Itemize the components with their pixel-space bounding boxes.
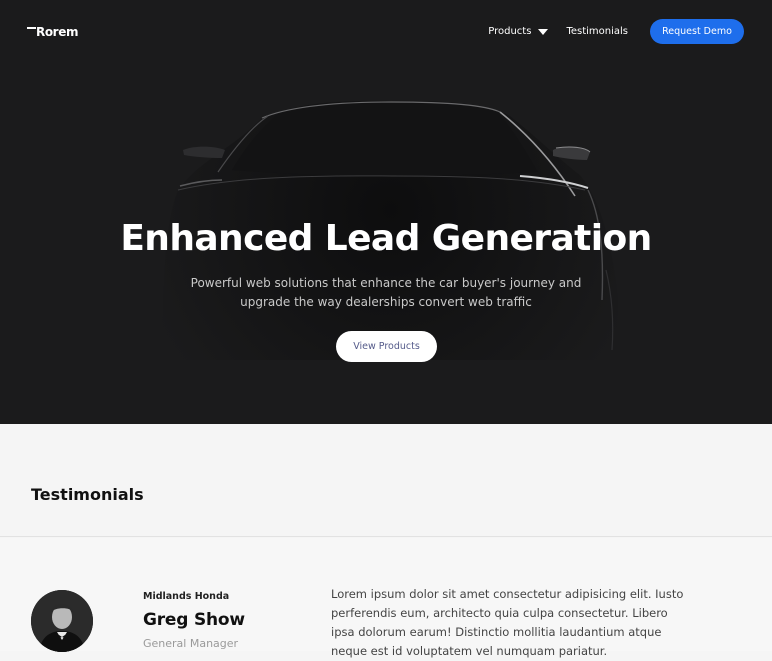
- hero-section: Rorem Products Testimonials Request Demo…: [0, 0, 772, 424]
- testimonials-header: Testimonials: [0, 424, 772, 537]
- testimonial-quote: Lorem ipsum dolor sit amet consectetur a…: [331, 587, 684, 658]
- nav-testimonials-link[interactable]: Testimonials: [566, 19, 628, 44]
- testimonial-role: General Manager: [143, 637, 239, 650]
- avatar: [31, 590, 93, 652]
- logo-mark: [27, 27, 36, 29]
- testimonial-card: Midlands Honda Greg Show General Manager…: [0, 538, 772, 658]
- hero-subtitle: Powerful web solutions that enhance the …: [190, 276, 582, 309]
- hero-title: Enhanced Lead Generation: [120, 218, 652, 259]
- logo-text: Rorem: [36, 25, 79, 39]
- view-products-button[interactable]: View Products: [336, 331, 437, 362]
- testimonial-name: Greg Show: [143, 610, 245, 630]
- portrait-image: [31, 590, 93, 652]
- nav-products-label: Products: [488, 26, 532, 37]
- testimonial-company: Midlands Honda: [143, 591, 230, 602]
- nav-products-dropdown[interactable]: Products: [488, 19, 549, 44]
- request-demo-button[interactable]: Request Demo: [650, 19, 744, 44]
- logo[interactable]: Rorem: [27, 24, 78, 40]
- top-nav: Rorem Products Testimonials Request Demo: [0, 0, 772, 64]
- testimonials-heading: Testimonials: [31, 485, 144, 504]
- nav-links: Products Testimonials Request Demo: [488, 19, 744, 44]
- caret-down-icon: [538, 28, 549, 35]
